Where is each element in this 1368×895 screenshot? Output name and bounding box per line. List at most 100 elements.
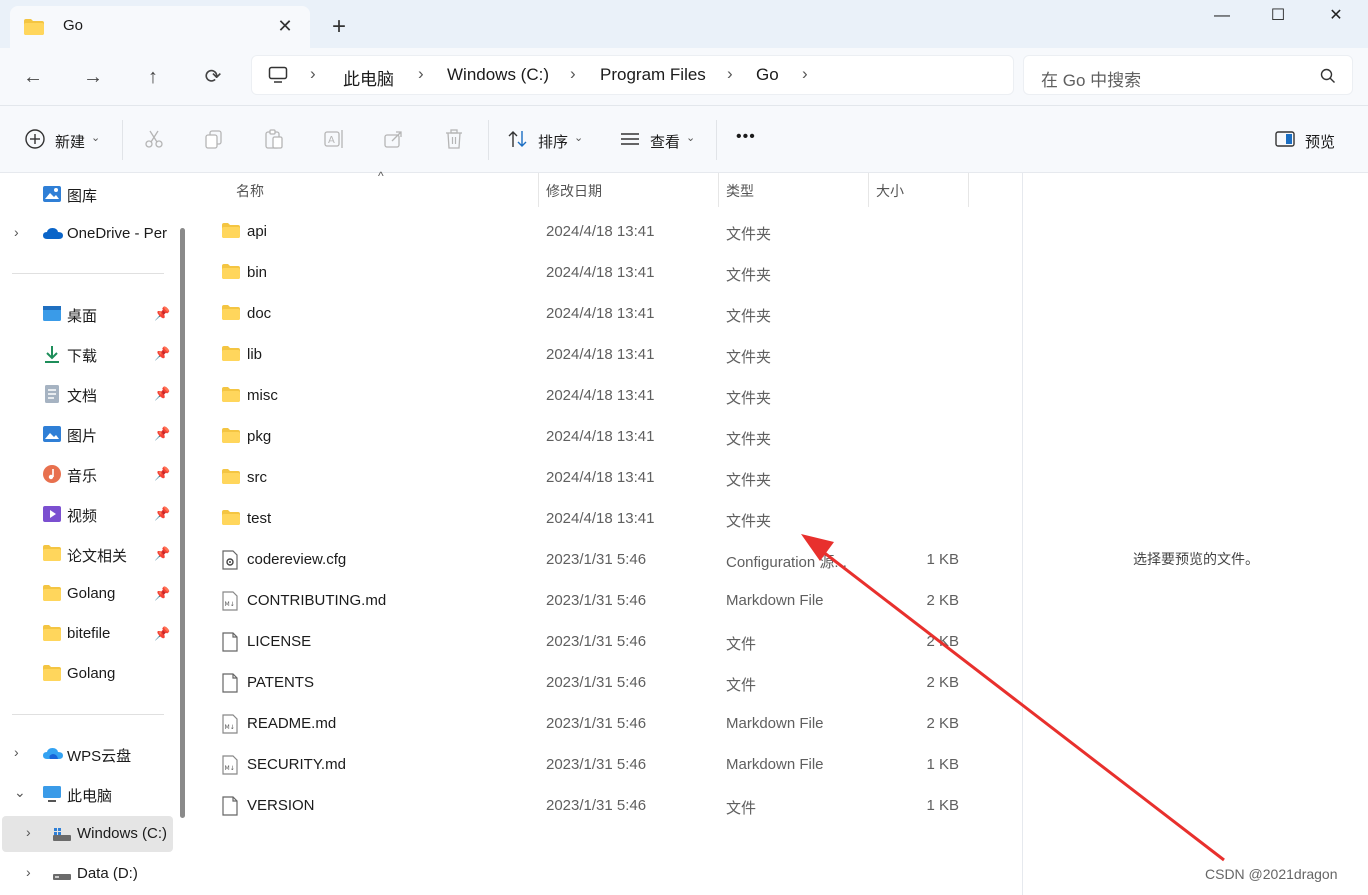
more-options-button[interactable]: ••• — [736, 128, 756, 156]
chevron-right-icon[interactable]: › — [418, 64, 424, 84]
column-divider[interactable] — [968, 173, 969, 207]
pin-icon[interactable]: 📌 — [154, 346, 170, 362]
new-tab-button[interactable]: + — [324, 12, 354, 42]
pin-icon[interactable]: 📌 — [154, 626, 170, 642]
chevron-right-icon[interactable]: › — [570, 64, 576, 84]
new-button[interactable]: 新建 — [55, 131, 85, 159]
sidebar-item-onedrive[interactable]: › OneDrive - Per — [0, 216, 175, 252]
copy-icon[interactable] — [203, 128, 227, 152]
pin-icon[interactable]: 📌 — [154, 546, 170, 562]
breadcrumb-windows-c[interactable]: Windows (C:) — [447, 65, 549, 85]
chevron-right-icon[interactable]: › — [14, 224, 19, 240]
column-header-size[interactable]: 大小 — [876, 181, 904, 201]
sort-icon[interactable] — [507, 128, 531, 152]
file-date: 2024/4/18 13:41 — [546, 264, 655, 281]
chevron-right-icon[interactable]: › — [727, 64, 733, 84]
sidebar-item-videos[interactable]: 视频 📌 — [0, 496, 175, 532]
sort-button[interactable]: 排序 — [538, 131, 568, 159]
sidebar-item-gallery[interactable]: 图库 — [0, 176, 175, 212]
sidebar-item-pictures[interactable]: 图片 📌 — [0, 416, 175, 452]
file-size: 2 KB — [926, 633, 959, 650]
chevron-right-icon[interactable]: › — [26, 864, 31, 880]
chevron-right-icon[interactable]: › — [802, 64, 808, 84]
file-row[interactable]: M↓ SECURITY.md 2023/1/31 5:46 Markdown File… — [211, 746, 971, 784]
file-row[interactable]: test 2024/4/18 13:41 文件夹 — [211, 500, 971, 538]
sidebar-item-label: OneDrive - Per — [67, 225, 168, 242]
new-plus-icon[interactable] — [24, 128, 48, 152]
column-header-type[interactable]: 类型 — [726, 181, 754, 201]
address-bar[interactable]: › 此电脑 › Windows (C:) › Program Files › G… — [251, 55, 1014, 95]
column-header-modified[interactable]: 修改日期 — [546, 181, 602, 201]
search-input[interactable]: 在 Go 中搜索 — [1023, 55, 1353, 95]
pin-icon[interactable]: 📌 — [154, 466, 170, 482]
file-row[interactable]: src 2024/4/18 13:41 文件夹 — [211, 459, 971, 497]
file-name: VERSION — [247, 797, 315, 814]
column-divider[interactable] — [718, 173, 719, 207]
chevron-down-icon[interactable]: ⌄ — [686, 131, 695, 159]
chevron-down-icon[interactable]: ⌄ — [14, 784, 26, 801]
refresh-icon[interactable]: ⟳ — [196, 60, 230, 94]
pin-icon[interactable]: 📌 — [154, 306, 170, 322]
window-tab[interactable]: Go ✕ — [10, 6, 310, 48]
sidebar-item-folder[interactable]: bitefile 📌 — [0, 616, 175, 652]
sidebar-scrollbar[interactable] — [180, 228, 185, 818]
cut-icon[interactable] — [143, 128, 167, 152]
close-window-button[interactable]: ✕ — [1316, 4, 1356, 28]
forward-arrow-icon[interactable]: → — [76, 60, 110, 94]
file-row[interactable]: M↓ CONTRIBUTING.md 2023/1/31 5:46 Markdown … — [211, 582, 971, 620]
pin-icon[interactable]: 📌 — [154, 506, 170, 522]
chevron-right-icon[interactable]: › — [310, 64, 316, 84]
file-row[interactable]: M↓ README.md 2023/1/31 5:46 Markdown File 2 … — [211, 705, 971, 743]
file-row[interactable]: pkg 2024/4/18 13:41 文件夹 — [211, 418, 971, 456]
delete-icon[interactable] — [443, 128, 467, 152]
file-row[interactable]: VERSION 2023/1/31 5:46 文件 1 KB — [211, 787, 971, 825]
sidebar-item-this-pc[interactable]: ⌄ 此电脑 — [0, 776, 175, 812]
view-button[interactable]: 查看 — [650, 131, 680, 159]
column-divider[interactable] — [868, 173, 869, 207]
chevron-right-icon[interactable]: › — [14, 744, 19, 760]
sidebar-item-downloads[interactable]: 下载 📌 — [0, 336, 175, 372]
sidebar-item-documents[interactable]: 文档 📌 — [0, 376, 175, 412]
file-row[interactable]: lib 2024/4/18 13:41 文件夹 — [211, 336, 971, 374]
share-icon[interactable] — [383, 128, 407, 152]
navigation-pane: 图库 › OneDrive - Per 桌面 📌 下载 📌 文档 📌 图片 📌 … — [0, 173, 190, 895]
pin-icon[interactable]: 📌 — [154, 426, 170, 442]
column-divider[interactable] — [538, 173, 539, 207]
file-row[interactable]: api 2024/4/18 13:41 文件夹 — [211, 213, 971, 251]
file-row[interactable]: LICENSE 2023/1/31 5:46 文件 2 KB — [211, 623, 971, 661]
pin-icon[interactable]: 📌 — [154, 586, 170, 602]
sidebar-item-desktop[interactable]: 桌面 📌 — [0, 296, 175, 332]
sidebar-item-folder[interactable]: Golang — [0, 656, 175, 692]
file-row[interactable]: PATENTS 2023/1/31 5:46 文件 2 KB — [211, 664, 971, 702]
breadcrumb-this-pc[interactable]: 此电脑 — [343, 65, 394, 90]
preview-button[interactable]: 预览 — [1305, 131, 1335, 159]
minimize-button[interactable]: — — [1202, 4, 1242, 28]
view-icon[interactable] — [619, 128, 643, 152]
chevron-right-icon[interactable]: › — [26, 824, 31, 840]
sidebar-item-folder[interactable]: Golang 📌 — [0, 576, 175, 612]
column-header-name[interactable]: 名称 — [236, 181, 264, 201]
file-row[interactable]: bin 2024/4/18 13:41 文件夹 — [211, 254, 971, 292]
file-row[interactable]: codereview.cfg 2023/1/31 5:46 Configuratio… — [211, 541, 971, 579]
sidebar-item-data-d[interactable]: › Data (D:) — [0, 856, 175, 892]
sidebar-item-wps-cloud[interactable]: › WPS云盘 — [0, 736, 175, 772]
sidebar-item-folder[interactable]: 论文相关 📌 — [0, 536, 175, 572]
chevron-down-icon[interactable]: ⌄ — [91, 131, 100, 159]
sidebar-item-music[interactable]: 音乐 📌 — [0, 456, 175, 492]
file-date: 2023/1/31 5:46 — [546, 797, 647, 814]
breadcrumb-go[interactable]: Go — [756, 65, 779, 85]
close-tab-button[interactable]: ✕ — [274, 15, 296, 37]
file-row[interactable]: misc 2024/4/18 13:41 文件夹 — [211, 377, 971, 415]
rename-icon[interactable]: A — [323, 128, 347, 152]
breadcrumb-program-files[interactable]: Program Files — [600, 65, 706, 85]
preview-pane-icon[interactable] — [1274, 128, 1298, 152]
svg-text:M↓: M↓ — [225, 765, 235, 772]
maximize-button[interactable]: ☐ — [1258, 4, 1298, 28]
sidebar-item-windows-c[interactable]: › Windows (C:) — [2, 816, 173, 852]
file-row[interactable]: doc 2024/4/18 13:41 文件夹 — [211, 295, 971, 333]
up-arrow-icon[interactable]: ↑ — [136, 60, 170, 94]
paste-icon[interactable] — [263, 128, 287, 152]
pin-icon[interactable]: 📌 — [154, 386, 170, 402]
back-arrow-icon[interactable]: ← — [16, 60, 50, 94]
chevron-down-icon[interactable]: ⌄ — [574, 131, 583, 159]
